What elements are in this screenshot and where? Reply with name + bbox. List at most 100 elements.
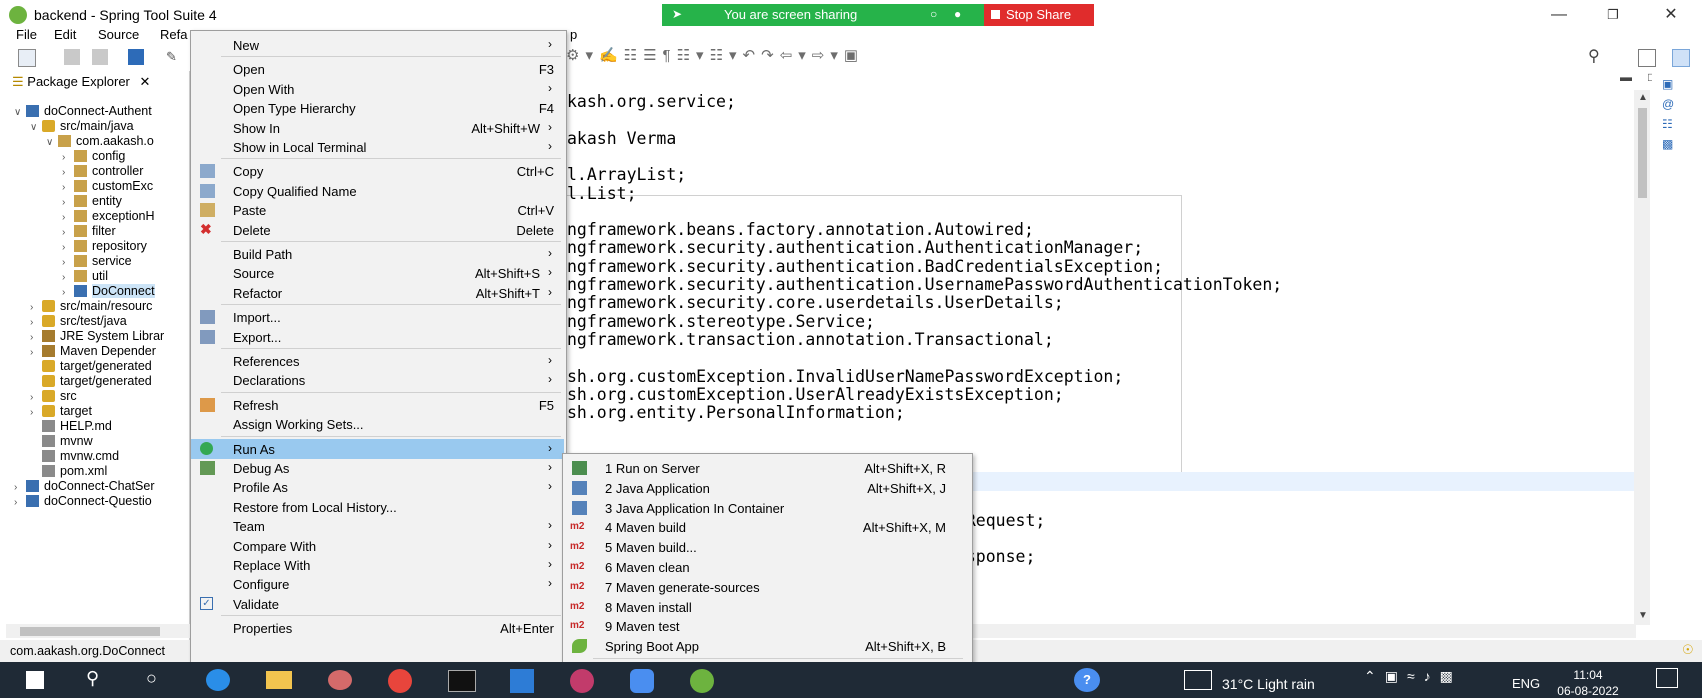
console-icon[interactable]: ▩ — [1662, 137, 1673, 151]
menu-item-restore-from-local-history[interactable]: Restore from Local History... — [191, 497, 564, 517]
run-as-item[interactable]: m2 9 Maven test — [563, 616, 970, 636]
run-as-item[interactable]: 2 Java Application Alt+Shift+X, J — [563, 478, 970, 498]
menu-item-declarations[interactable]: Declarations › — [191, 370, 564, 390]
menu-refactor[interactable]: Refa — [160, 27, 187, 42]
menu-item-replace-with[interactable]: Replace With › — [191, 555, 564, 575]
menu-item-build-path[interactable]: Build Path › — [191, 244, 564, 264]
at-icon[interactable]: @ — [1662, 97, 1674, 111]
menu-item-copy-qualified-name[interactable]: Copy Qualified Name — [191, 181, 564, 201]
tree-item[interactable]: › target — [30, 404, 92, 420]
tree-item[interactable]: mvnw — [30, 434, 93, 450]
scroll-up-icon[interactable]: ▲ — [1638, 92, 1648, 103]
run-as-item[interactable]: m2 7 Maven generate-sources — [563, 577, 970, 597]
menu-help[interactable]: p — [570, 27, 577, 42]
menu-item-show-in[interactable]: Show In Alt+Shift+W › — [191, 118, 564, 138]
new-icon[interactable] — [18, 49, 36, 67]
tree-item[interactable]: ∨ doConnect-Authent — [14, 104, 152, 120]
run-as-item[interactable]: 3 Java Application In Container — [563, 498, 970, 518]
tree-item[interactable]: › config — [62, 149, 125, 165]
tree-item[interactable]: › exceptionH — [62, 209, 155, 225]
javadoc-icon[interactable]: ☷ — [1662, 117, 1673, 131]
save-all-icon[interactable] — [92, 49, 108, 65]
sts-taskbar-icon[interactable] — [690, 669, 714, 693]
menu-item-delete[interactable]: ✖ Delete Delete — [191, 220, 564, 240]
menu-item-open-with[interactable]: Open With › — [191, 79, 564, 99]
tree-arrow-icon[interactable]: › — [62, 257, 74, 268]
run-as-item[interactable]: m2 5 Maven build... — [563, 537, 970, 557]
terminal-taskbar-icon[interactable] — [448, 670, 476, 692]
file-explorer-icon[interactable] — [266, 671, 292, 689]
tree-arrow-icon[interactable]: › — [14, 497, 26, 508]
app-icon-2[interactable] — [570, 669, 594, 693]
vscode-icon[interactable] — [510, 669, 534, 693]
app-icon-1[interactable] — [328, 670, 352, 690]
menu-item-assign-working-sets[interactable]: Assign Working Sets... — [191, 414, 564, 434]
tree-arrow-icon[interactable]: › — [62, 242, 74, 253]
lightbulb-icon[interactable]: ☉ — [1682, 642, 1694, 658]
help-icon[interactable]: ? — [1074, 668, 1100, 692]
widget-icon[interactable] — [1184, 670, 1212, 690]
menu-item-open-type-hierarchy[interactable]: Open Type Hierarchy F4 — [191, 98, 564, 118]
weather-text[interactable]: 31°C Light rain — [1222, 676, 1315, 692]
tree-item[interactable]: › doConnect-ChatSer — [14, 479, 154, 495]
menu-item-refactor[interactable]: Refactor Alt+Shift+T › — [191, 283, 564, 303]
run-as-item[interactable]: 1 Run on Server Alt+Shift+X, R — [563, 458, 970, 478]
tree-item[interactable]: ∨ com.aakash.o — [46, 134, 154, 150]
tree-arrow-icon[interactable]: › — [30, 302, 42, 313]
menu-item-source[interactable]: Source Alt+Shift+S › — [191, 263, 564, 283]
tree-item[interactable]: › util — [62, 269, 108, 285]
menu-item-import[interactable]: Import... — [191, 307, 564, 327]
menu-item-show-in-local-terminal[interactable]: Show in Local Terminal › — [191, 137, 564, 157]
tree-item[interactable]: › service — [62, 254, 132, 270]
minimize-button[interactable]: — — [1536, 0, 1582, 30]
java-perspective-icon[interactable] — [1672, 49, 1690, 67]
edge-icon[interactable] — [206, 669, 230, 691]
menu-source[interactable]: Source — [98, 27, 139, 42]
tree-item[interactable]: › doConnect-Questio — [14, 494, 152, 510]
tree-arrow-icon[interactable]: › — [62, 287, 74, 298]
tree-item[interactable]: ∨ src/main/java — [30, 119, 134, 135]
tree-arrow-icon[interactable]: › — [30, 317, 42, 328]
tree-item[interactable]: › customExc — [62, 179, 153, 195]
language-indicator[interactable]: ENG — [1512, 676, 1540, 691]
menu-edit[interactable]: Edit — [54, 27, 76, 42]
tree-arrow-icon[interactable]: › — [30, 347, 42, 358]
menu-item-references[interactable]: References › — [191, 351, 564, 371]
tree-arrow-icon[interactable]: ∨ — [30, 122, 42, 133]
menu-item-refresh[interactable]: Refresh F5 — [191, 395, 564, 415]
tree-item[interactable]: mvnw.cmd — [30, 449, 119, 465]
tree-item[interactable]: › src/test/java — [30, 314, 127, 330]
menu-item-properties[interactable]: Properties Alt+Enter — [191, 618, 564, 638]
tree-arrow-icon[interactable]: ∨ — [46, 137, 58, 148]
scroll-down-icon[interactable]: ▼ — [1638, 610, 1648, 621]
menu-item-new[interactable]: New › — [191, 35, 564, 55]
tree-arrow-icon[interactable]: › — [30, 392, 42, 403]
task-view-icon[interactable]: ○ — [146, 668, 157, 689]
horizontal-scroll-thumb[interactable] — [20, 627, 160, 636]
tree-item[interactable]: › filter — [62, 224, 116, 240]
tree-arrow-icon[interactable]: › — [14, 482, 26, 493]
tree-arrow-icon[interactable]: › — [62, 227, 74, 238]
tree-item[interactable]: › repository — [62, 239, 147, 255]
terminal-icon[interactable] — [128, 49, 144, 65]
stop-share-button[interactable]: Stop Share — [984, 4, 1094, 26]
clock[interactable]: 11:04 06-08-2022 — [1556, 667, 1620, 699]
menu-item-copy[interactable]: Copy Ctrl+C — [191, 161, 564, 181]
run-as-item[interactable]: m2 8 Maven install — [563, 597, 970, 617]
tree-item[interactable]: HELP.md — [30, 419, 112, 435]
restore-button[interactable]: ❐ — [1590, 0, 1636, 30]
tree-arrow-icon[interactable]: › — [30, 332, 42, 343]
menu-item-validate[interactable]: ✓ Validate — [191, 594, 564, 614]
tree-item[interactable]: › JRE System Librar — [30, 329, 164, 345]
tray-icons[interactable]: ⌃▣≈♪▩ — [1364, 668, 1462, 685]
toolbar-icon[interactable]: ✎ — [166, 49, 182, 65]
tree-item[interactable]: › DoConnect — [62, 284, 155, 300]
search-icon[interactable]: ⚲ — [1588, 46, 1600, 66]
tree-arrow-icon[interactable]: › — [30, 407, 42, 418]
tree-item[interactable]: pom.xml — [30, 464, 107, 480]
tree-arrow-icon[interactable]: ∨ — [14, 107, 26, 118]
tree-item[interactable]: › entity — [62, 194, 122, 210]
notifications-icon[interactable] — [1656, 668, 1678, 688]
pause-icon[interactable]: ○ — [930, 7, 937, 21]
save-icon[interactable] — [64, 49, 80, 65]
